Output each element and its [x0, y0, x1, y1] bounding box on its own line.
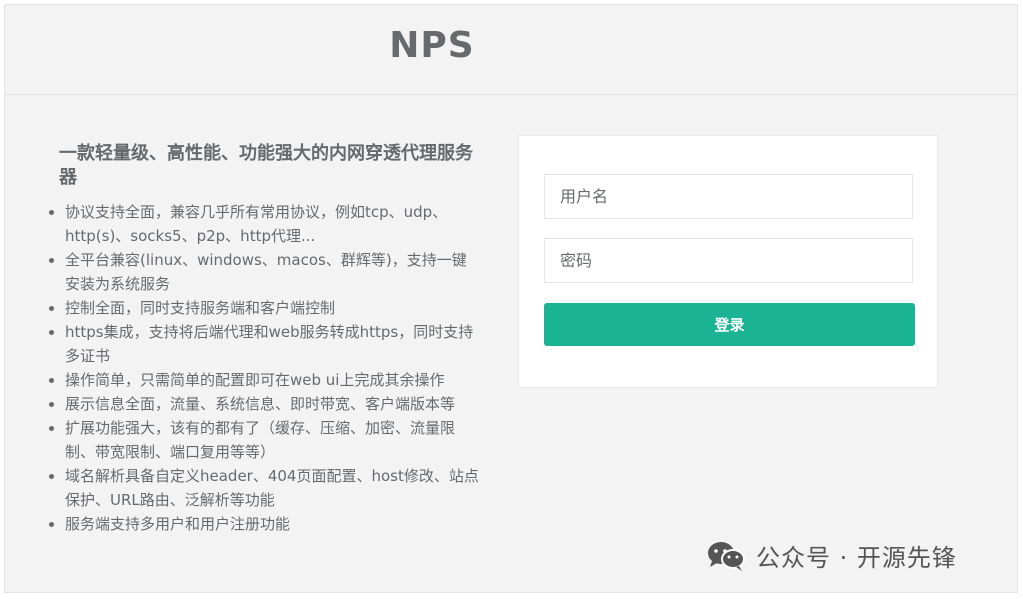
feature-item: 域名解析具备自定义header、404页面配置、host修改、站点保护、URL路…: [65, 464, 480, 512]
feature-item: 协议支持全面，兼容几乎所有常用协议，例如tcp、udp、http(s)、sock…: [65, 200, 480, 248]
feature-item: 全平台兼容(linux、windows、macos、群辉等)，支持一键安装为系统…: [65, 248, 480, 296]
intro-section: 一款轻量级、高性能、功能强大的内网穿透代理服务器 协议支持全面，兼容几乎所有常用…: [45, 142, 485, 536]
page-frame: NPS 一款轻量级、高性能、功能强大的内网穿透代理服务器 协议支持全面，兼容几乎…: [4, 4, 1018, 593]
watermark: 公众号 · 开源先锋: [706, 538, 957, 573]
feature-item: 控制全面，同时支持服务端和客户端控制: [65, 296, 480, 320]
username-input[interactable]: [544, 174, 913, 219]
login-button[interactable]: 登录: [544, 303, 915, 346]
intro-headline: 一款轻量级、高性能、功能强大的内网穿透代理服务器: [59, 143, 473, 188]
password-input[interactable]: [544, 238, 913, 283]
feature-item: 扩展功能强大，该有的都有了（缓存、压缩、加密、流量限制、带宽限制、端口复用等等）: [65, 416, 480, 464]
feature-item: 展示信息全面，流量、系统信息、即时带宽、客户端版本等: [65, 392, 480, 416]
watermark-text: 公众号 · 开源先锋: [756, 544, 957, 572]
feature-item: https集成，支持将后端代理和web服务转成https，同时支持多证书: [65, 320, 480, 368]
login-card: 登录: [518, 135, 938, 388]
header: NPS: [5, 5, 1017, 95]
feature-item: 操作简单，只需简单的配置即可在web ui上完成其余操作: [65, 368, 480, 392]
feature-list: 协议支持全面，兼容几乎所有常用协议，例如tcp、udp、http(s)、sock…: [45, 200, 485, 536]
logo: NPS: [389, 25, 475, 66]
wechat-icon: [708, 541, 745, 571]
feature-item: 服务端支持多用户和用户注册功能: [65, 512, 480, 536]
